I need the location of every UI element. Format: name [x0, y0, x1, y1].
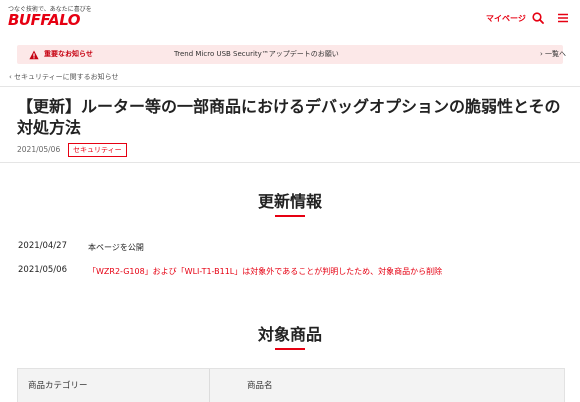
product-table: 商品カテゴリー 商品名	[17, 368, 565, 402]
divider	[0, 86, 580, 87]
divider	[0, 162, 580, 163]
publish-date: 2021/05/06	[17, 145, 61, 154]
breadcrumb[interactable]: ‹ セキュリティーに関するお知らせ	[9, 72, 119, 82]
page-title: 【更新】ルーター等の一部商品におけるデバッグオプションの脆弱性とその対処方法	[17, 97, 561, 137]
updates-heading: 更新情報	[257, 192, 322, 211]
buffalo-logo[interactable]: BUFFALO	[8, 12, 81, 28]
search-icon[interactable]	[532, 12, 544, 24]
notice-list-link[interactable]: › 一覧へ	[540, 49, 566, 59]
update-text: 「WZR2-G108」および「WLI-T1-B11L」は対象外であることが判明し…	[88, 267, 443, 276]
notice-label: 重要なお知らせ	[44, 50, 93, 58]
mypage-link[interactable]: マイページ	[486, 13, 526, 24]
heading-underline	[275, 348, 305, 350]
update-date: 2021/05/06	[18, 265, 67, 275]
chevron-right-icon: ›	[540, 50, 543, 58]
table-header-category: 商品カテゴリー	[28, 381, 88, 391]
breadcrumb-label: セキュリティーに関するお知らせ	[14, 73, 119, 81]
warning-icon	[29, 50, 39, 60]
column-divider	[209, 369, 210, 402]
menu-icon[interactable]	[557, 12, 569, 24]
heading-underline	[275, 215, 305, 217]
table-header-product: 商品名	[247, 381, 273, 391]
notice-link[interactable]: Trend Micro USB Security™アップデートのお願い	[174, 49, 339, 59]
update-date: 2021/04/27	[18, 241, 67, 251]
important-notice-bar[interactable]: 重要なお知らせ Trend Micro USB Security™アップデートの…	[17, 45, 566, 64]
products-heading: 対象商品	[257, 325, 322, 344]
chevron-left-icon: ‹	[9, 73, 12, 81]
notice-list-label: 一覧へ	[545, 50, 567, 58]
category-badge[interactable]: セキュリティー	[68, 143, 127, 157]
site-header: つなぐ技術で、あなたに喜びを BUFFALO マイページ	[0, 0, 580, 38]
update-text: 本ページを公開	[88, 243, 144, 252]
